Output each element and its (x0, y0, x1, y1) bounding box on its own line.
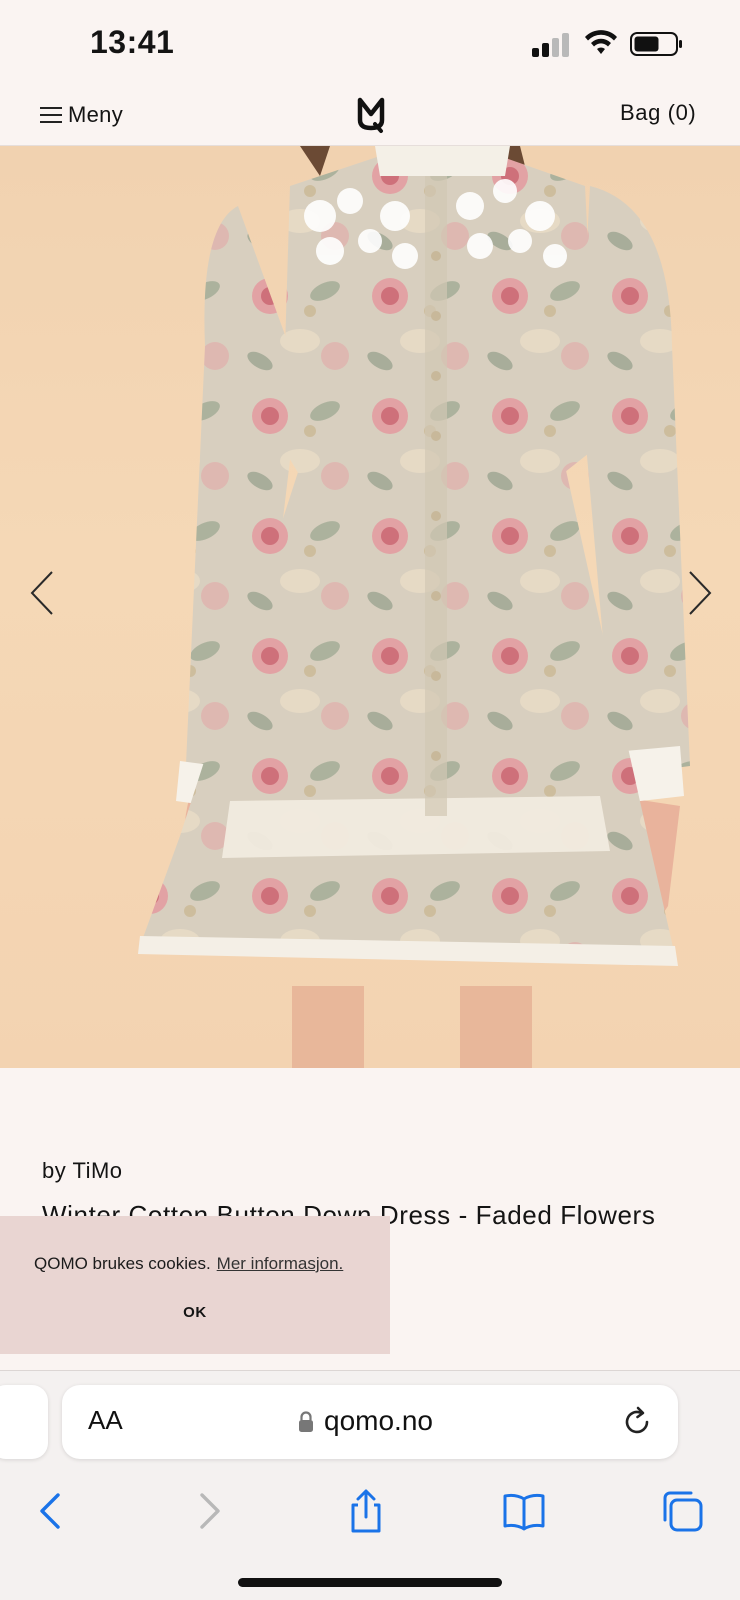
product-image (138, 146, 690, 1068)
forward-arrow-icon[interactable] (186, 1487, 234, 1535)
cookie-more-info-link[interactable]: Mer informasjon. (217, 1254, 344, 1273)
carousel-prev-button[interactable] (18, 558, 68, 628)
qomo-logo[interactable] (356, 94, 386, 134)
browser-toolbar: AA qomo.no (0, 1370, 740, 1600)
lock-icon (299, 1411, 313, 1432)
share-icon[interactable] (342, 1487, 390, 1535)
status-bar: 13:41 (0, 0, 740, 86)
wifi-icon (585, 30, 617, 54)
status-time: 13:41 (90, 24, 175, 60)
menu-button[interactable]: Meny (40, 100, 123, 130)
tabs-icon[interactable] (658, 1487, 706, 1535)
bag-button[interactable]: Bag (0) (620, 100, 696, 126)
product-brand[interactable]: by TiMo (42, 1158, 123, 1184)
text-size-button[interactable]: AA (88, 1405, 123, 1436)
previous-tab-preview[interactable] (0, 1385, 48, 1459)
cookie-message: QOMO brukes cookies. (34, 1254, 211, 1273)
product-image-carousel[interactable] (0, 146, 740, 1068)
menu-label: Meny (68, 102, 123, 127)
reload-icon[interactable] (620, 1405, 654, 1439)
cellular-signal-icon (532, 31, 572, 57)
back-arrow-icon[interactable] (26, 1487, 74, 1535)
bookmarks-icon[interactable] (500, 1487, 548, 1535)
site-header: Meny Bag (0) (0, 86, 740, 146)
carousel-next-button[interactable] (674, 558, 724, 628)
home-indicator[interactable] (238, 1578, 502, 1587)
url-text[interactable]: qomo.no (324, 1405, 433, 1437)
battery-icon (630, 32, 682, 56)
hamburger-icon (40, 107, 62, 123)
cookie-ok-button[interactable]: OK (0, 1304, 390, 1321)
browser-nav-row (0, 1483, 740, 1539)
cookie-message-row: QOMO brukes cookies. Mer informasjon. (34, 1254, 343, 1274)
address-bar[interactable]: AA qomo.no (62, 1385, 678, 1459)
cookie-banner: QOMO brukes cookies. Mer informasjon. OK (0, 1216, 390, 1354)
